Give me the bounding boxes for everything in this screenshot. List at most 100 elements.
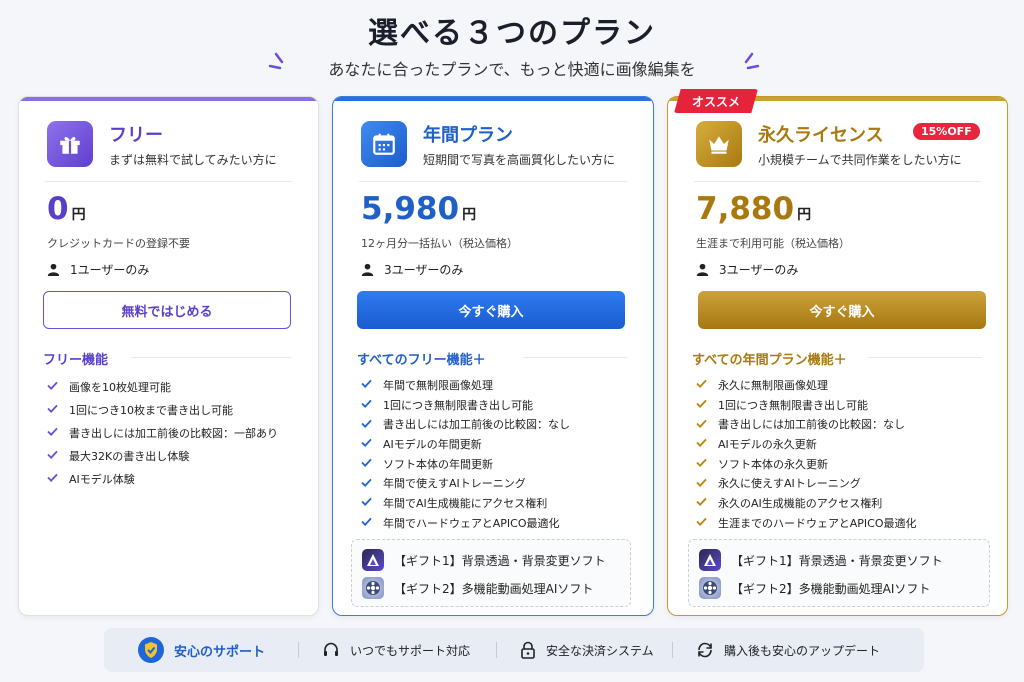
price-row: 5,980 円 — [361, 191, 476, 227]
feature-text: 永久に無制限画像処理 — [718, 378, 828, 392]
separator — [672, 642, 673, 658]
user-limit: 3ユーザーのみ — [696, 261, 798, 278]
background-remover-app-icon — [699, 549, 721, 571]
sparkle-right-icon — [744, 52, 760, 70]
check-icon — [696, 418, 708, 431]
check-icon — [361, 378, 373, 391]
list-item: 生涯までのハードウェアとAPICO最適化 — [696, 513, 917, 533]
gift-box: 【ギフト1】背景透過・背景変更ソフト 【ギフト2】多機能動画処理AIソフト — [688, 539, 990, 607]
start-free-button[interactable]: 無料ではじめる — [43, 291, 291, 329]
price-note: 生涯まで利用可能（税込価格） — [696, 237, 850, 250]
list-item: 年間で無制限画像処理 — [361, 375, 570, 395]
separator — [496, 642, 497, 658]
list-item: 最大32Kの書き出し体験 — [47, 444, 278, 467]
page-title: 選べる３つのプラン — [368, 16, 656, 51]
feature-list: 年間で無制限画像処理 1回につき無制限書き出し可能 書き出しには加工前後の比較図… — [361, 375, 570, 533]
check-icon — [361, 496, 373, 509]
support-main: 安心のサポート — [138, 628, 265, 672]
plan-name: 永久ライセンス — [758, 125, 884, 146]
card-accent-bar — [19, 97, 318, 101]
support-bar: 安心のサポート いつでもサポート対応 安全な決済システム 購入後も安心のアップデ… — [104, 628, 924, 672]
list-item: 永久に使えすAIトレーニング — [696, 473, 917, 493]
check-icon — [47, 472, 59, 485]
support-item: いつでもサポート対応 — [322, 628, 470, 672]
section-divider — [868, 357, 982, 358]
price-note: クレジットカードの登録不要 — [47, 237, 190, 250]
check-icon — [696, 398, 708, 411]
crown-icon — [696, 121, 742, 167]
background-remover-app-icon — [362, 549, 384, 571]
feature-text: 1回につき10枚まで書き出し可能 — [69, 403, 233, 417]
check-icon — [361, 437, 373, 450]
buy-now-button[interactable]: 今すぐ購入 — [357, 291, 625, 329]
section-divider — [131, 357, 291, 358]
plan-description: まずは無料で試してみたい方に — [109, 153, 277, 167]
gift-item: 【ギフト2】多機能動画処理AIソフト — [362, 577, 593, 599]
gift-text: 【ギフト2】多機能動画処理AIソフト — [731, 581, 931, 596]
user-icon — [696, 263, 709, 276]
check-icon — [696, 477, 708, 490]
plan-name: 年間プラン — [423, 125, 513, 146]
check-icon — [361, 418, 373, 431]
plan-card-free: フリー まずは無料で試してみたい方に 0 円 クレジットカードの登録不要 1ユー… — [18, 96, 319, 616]
check-icon — [361, 457, 373, 470]
separator — [298, 642, 299, 658]
gift-item: 【ギフト1】背景透過・背景変更ソフト — [699, 549, 943, 571]
check-icon — [47, 403, 59, 416]
list-item: 書き出しには加工前後の比較図：一部あり — [47, 421, 278, 444]
user-icon — [361, 263, 374, 276]
list-item: 書き出しには加工前後の比較図：なし — [696, 414, 917, 434]
divider — [694, 181, 981, 182]
page-header: 選べる３つのプラン あなたに合ったプランで、もっと快適に画像編集を — [0, 0, 1024, 92]
support-text: 安全な決済システム — [546, 643, 654, 658]
user-limit-text: 3ユーザーのみ — [719, 263, 799, 277]
feature-text: 書き出しには加工前後の比較図：一部あり — [69, 426, 278, 440]
list-item: 画像を10枚処理可能 — [47, 375, 278, 398]
feature-text: 年間で無制限画像処理 — [383, 378, 493, 392]
support-text: 購入後も安心のアップデート — [724, 643, 881, 658]
list-item: AIモデル体験 — [47, 467, 278, 490]
feature-list: 永久に無制限画像処理 1回につき無制限書き出し可能 書き出しには加工前後の比較図… — [696, 375, 917, 533]
check-icon — [47, 426, 59, 439]
list-item: 永久のAI生成機能のアクセス権利 — [696, 493, 917, 513]
check-icon — [47, 449, 59, 462]
page-subtitle: あなたに合ったプランで、もっと快適に画像編集を — [328, 60, 696, 79]
gift-item: 【ギフト1】背景透過・背景変更ソフト — [362, 549, 606, 571]
gift-icon — [47, 121, 93, 167]
section-title: すべての年間プラン機能＋ — [692, 353, 847, 368]
discount-badge: 15%OFF — [913, 123, 980, 140]
list-item: 永久に無制限画像処理 — [696, 375, 917, 395]
gift-text: 【ギフト2】多機能動画処理AIソフト — [394, 581, 594, 596]
feature-text: 生涯までのハードウェアとAPICO最適化 — [718, 516, 917, 530]
support-main-text: 安心のサポート — [174, 644, 266, 660]
buy-now-button[interactable]: 今すぐ購入 — [698, 291, 986, 329]
list-item: AIモデルの年間更新 — [361, 434, 570, 454]
list-item: 年間で使えすAIトレーニング — [361, 473, 570, 493]
support-text: いつでもサポート対応 — [350, 643, 471, 658]
price-currency: 円 — [71, 207, 86, 223]
feature-text: 1回につき無制限書き出し可能 — [718, 398, 868, 412]
refresh-icon — [698, 642, 712, 658]
check-icon — [696, 437, 708, 450]
gift-text: 【ギフト1】背景透過・背景変更ソフト — [394, 553, 606, 568]
shield-check-icon — [138, 637, 164, 663]
check-icon — [696, 496, 708, 509]
check-icon — [361, 477, 373, 490]
lock-icon — [521, 641, 535, 659]
feature-text: AIモデルの永久更新 — [718, 437, 817, 451]
section-divider — [523, 357, 627, 358]
video-app-icon — [699, 577, 721, 599]
check-icon — [696, 457, 708, 470]
video-app-icon — [362, 577, 384, 599]
feature-text: AIモデル体験 — [69, 472, 135, 486]
gift-text: 【ギフト1】背景透過・背景変更ソフト — [731, 553, 943, 568]
calendar-icon — [361, 121, 407, 167]
price-value: 0 — [47, 191, 69, 227]
support-item: 安全な決済システム — [520, 628, 654, 672]
list-item: 1回につき10枚まで書き出し可能 — [47, 398, 278, 421]
check-icon — [47, 380, 59, 393]
plan-name: フリー — [109, 125, 163, 146]
feature-text: 永久に使えすAIトレーニング — [718, 477, 861, 491]
feature-text: 永久のAI生成機能のアクセス権利 — [718, 496, 883, 510]
feature-text: 年間でAI生成機能にアクセス権利 — [383, 496, 548, 510]
